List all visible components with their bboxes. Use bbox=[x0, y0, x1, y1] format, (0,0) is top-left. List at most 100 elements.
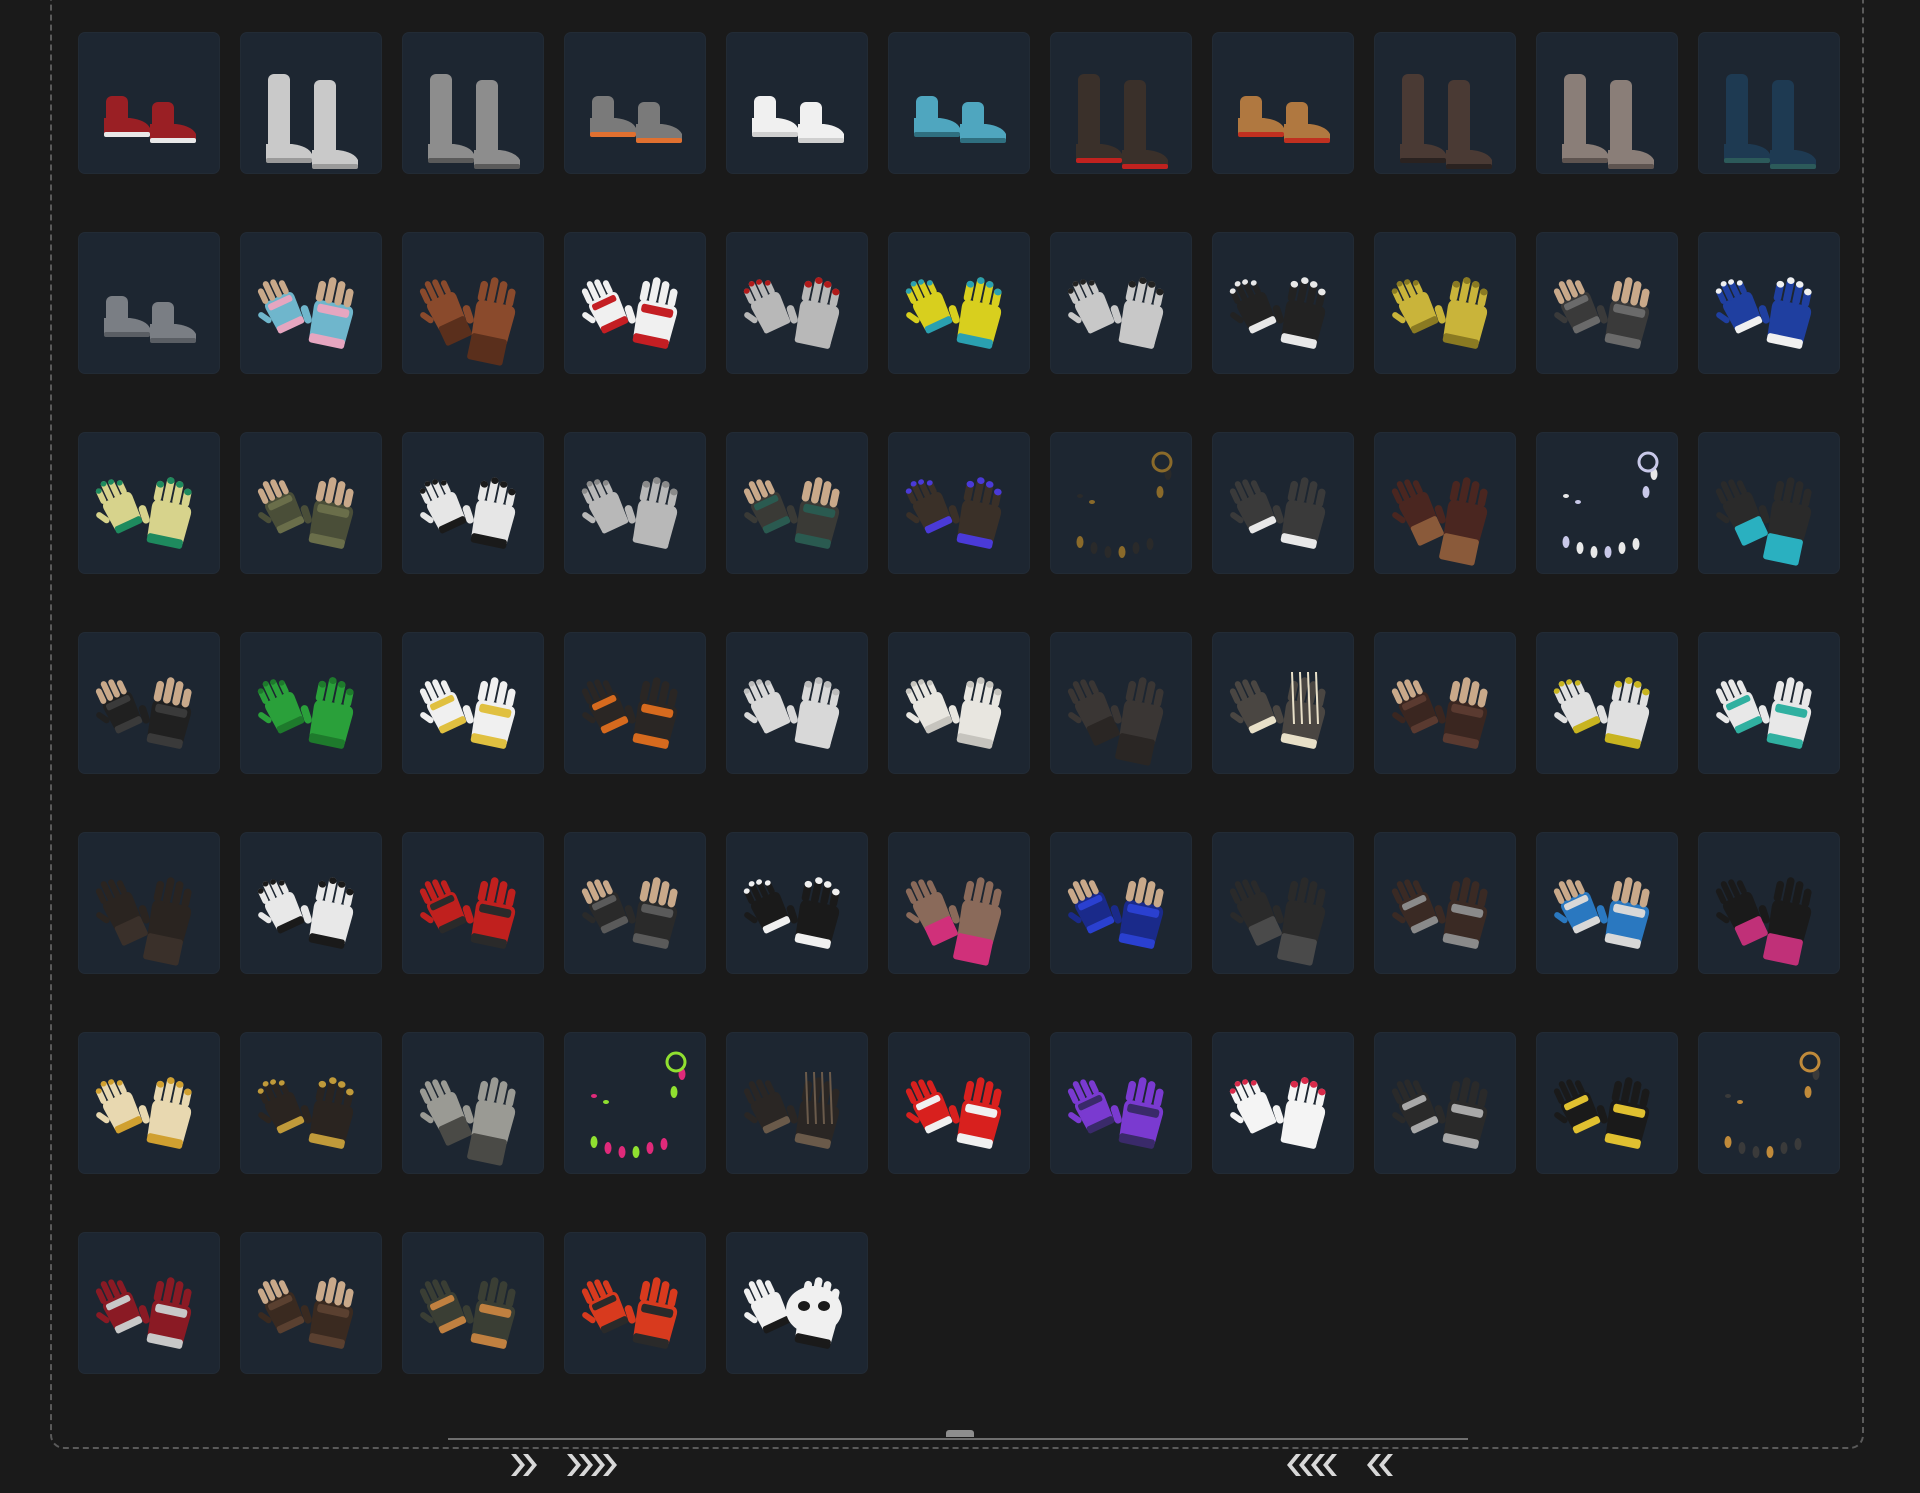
accessory-nails-icon bbox=[1562, 451, 1659, 558]
item-tile[interactable] bbox=[1374, 432, 1516, 574]
item-tile[interactable] bbox=[1212, 1032, 1354, 1174]
gloves-moto-icon bbox=[419, 677, 516, 749]
item-tile[interactable] bbox=[888, 832, 1030, 974]
item-tile[interactable] bbox=[726, 232, 868, 374]
item-tile[interactable] bbox=[402, 232, 544, 374]
item-tile[interactable] bbox=[1698, 832, 1840, 974]
item-tile[interactable] bbox=[1536, 832, 1678, 974]
item-tile[interactable] bbox=[1374, 232, 1516, 374]
item-tile[interactable] bbox=[240, 1232, 382, 1374]
prev-page-button[interactable] bbox=[1282, 1448, 1396, 1482]
item-tile[interactable] bbox=[1050, 1032, 1192, 1174]
gloves-bare-icon bbox=[743, 677, 840, 749]
item-tile[interactable] bbox=[726, 1232, 868, 1374]
item-tile[interactable] bbox=[402, 32, 544, 174]
item-tile[interactable] bbox=[888, 32, 1030, 174]
item-tile[interactable] bbox=[888, 432, 1030, 574]
gloves-work-icon bbox=[95, 477, 192, 549]
item-tile[interactable] bbox=[1212, 232, 1354, 374]
gloves-wrap-icon bbox=[419, 1077, 516, 1166]
item-tile[interactable] bbox=[1536, 632, 1678, 774]
item-tile[interactable] bbox=[402, 1032, 544, 1174]
item-tile[interactable] bbox=[240, 32, 382, 174]
item-tile[interactable] bbox=[888, 1032, 1030, 1174]
gloves-fingerless-icon bbox=[257, 477, 354, 549]
item-tile[interactable] bbox=[564, 432, 706, 574]
gloves-moto-icon bbox=[1553, 1077, 1650, 1149]
item-tile[interactable] bbox=[888, 632, 1030, 774]
item-tile[interactable] bbox=[240, 232, 382, 374]
item-tile[interactable] bbox=[78, 1232, 220, 1374]
item-tile[interactable] bbox=[402, 832, 544, 974]
item-tile[interactable] bbox=[726, 1032, 868, 1174]
item-tile[interactable] bbox=[1698, 32, 1840, 174]
item-tile[interactable] bbox=[564, 1232, 706, 1374]
item-tile[interactable] bbox=[78, 432, 220, 574]
gloves-work-icon bbox=[257, 677, 354, 749]
item-tile[interactable] bbox=[1698, 1032, 1840, 1174]
gloves-claw-icon bbox=[905, 277, 1002, 349]
gloves-sport-icon bbox=[1715, 277, 1812, 349]
gloves-claw-icon bbox=[905, 477, 1002, 549]
gloves-sport-icon bbox=[1229, 277, 1326, 349]
item-tile[interactable] bbox=[240, 632, 382, 774]
gloves-fingerless-icon bbox=[581, 877, 678, 949]
item-tile[interactable] bbox=[1374, 32, 1516, 174]
item-tile[interactable] bbox=[888, 232, 1030, 374]
item-tile[interactable] bbox=[1536, 232, 1678, 374]
gloves-bare-icon bbox=[581, 477, 678, 549]
item-tile[interactable] bbox=[1374, 832, 1516, 974]
gloves-fingerless-icon bbox=[1391, 677, 1488, 749]
item-tile[interactable] bbox=[1050, 432, 1192, 574]
gloves-lace-icon bbox=[1229, 477, 1326, 549]
item-tile[interactable] bbox=[1698, 232, 1840, 374]
item-tile[interactable] bbox=[240, 1032, 382, 1174]
scroll-handle[interactable] bbox=[946, 1430, 974, 1437]
item-tile[interactable] bbox=[564, 832, 706, 974]
gloves-moto-icon bbox=[419, 877, 516, 949]
item-tile[interactable] bbox=[564, 1032, 706, 1174]
item-tile[interactable] bbox=[78, 832, 220, 974]
gloves-moto-icon bbox=[1067, 1077, 1164, 1149]
item-tile[interactable] bbox=[240, 832, 382, 974]
item-tile[interactable] bbox=[1536, 1032, 1678, 1174]
item-tile[interactable] bbox=[1050, 832, 1192, 974]
item-tile[interactable] bbox=[78, 32, 220, 174]
boots-tall-icon bbox=[1076, 74, 1168, 169]
item-tile[interactable] bbox=[402, 432, 544, 574]
item-tile[interactable] bbox=[1050, 32, 1192, 174]
item-tile[interactable] bbox=[240, 432, 382, 574]
item-tile[interactable] bbox=[1212, 432, 1354, 574]
item-tile[interactable] bbox=[1212, 32, 1354, 174]
gloves-skeleton-icon bbox=[743, 1071, 840, 1149]
item-tile[interactable] bbox=[564, 32, 706, 174]
item-tile[interactable] bbox=[402, 632, 544, 774]
gloves-skeleton-icon bbox=[1229, 671, 1326, 749]
item-tile[interactable] bbox=[1050, 632, 1192, 774]
boots-tall-icon bbox=[1724, 74, 1816, 169]
gloves-moto-icon bbox=[1715, 677, 1812, 749]
item-tile[interactable] bbox=[1212, 832, 1354, 974]
item-tile[interactable] bbox=[1374, 1032, 1516, 1174]
item-tile[interactable] bbox=[726, 432, 868, 574]
item-tile[interactable] bbox=[726, 632, 868, 774]
item-tile[interactable] bbox=[1536, 32, 1678, 174]
item-tile[interactable] bbox=[564, 632, 706, 774]
boots-tall-icon bbox=[266, 74, 358, 169]
item-tile[interactable] bbox=[726, 32, 868, 174]
next-page-button[interactable] bbox=[508, 1448, 622, 1482]
item-tile[interactable] bbox=[726, 832, 868, 974]
item-tile[interactable] bbox=[1050, 232, 1192, 374]
item-tile[interactable] bbox=[78, 632, 220, 774]
item-tile[interactable] bbox=[1212, 632, 1354, 774]
item-tile[interactable] bbox=[78, 232, 220, 374]
gloves-moto-icon bbox=[1391, 1077, 1488, 1149]
item-tile[interactable] bbox=[1374, 632, 1516, 774]
item-tile[interactable] bbox=[402, 1232, 544, 1374]
item-tile[interactable] bbox=[78, 1032, 220, 1174]
item-tile[interactable] bbox=[1698, 632, 1840, 774]
gloves-mitten-icon bbox=[743, 1277, 842, 1349]
item-tile[interactable] bbox=[1698, 432, 1840, 574]
item-tile[interactable] bbox=[564, 232, 706, 374]
item-tile[interactable] bbox=[1536, 432, 1678, 574]
